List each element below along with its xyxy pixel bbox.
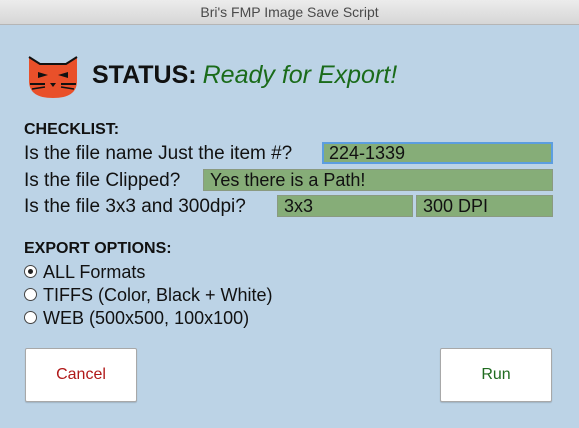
question-file-name: Is the file name Just the item #? <box>24 143 293 164</box>
clipped-field[interactable]: Yes there is a Path! <box>203 169 553 191</box>
status-value: Ready for Export! <box>202 61 398 89</box>
question-clipped: Is the file Clipped? <box>24 170 181 191</box>
radio-web[interactable]: WEB (500x500, 100x100) <box>24 308 249 329</box>
radio-unselected-icon[interactable] <box>24 287 37 301</box>
question-size-dpi: Is the file 3x3 and 300dpi? <box>24 196 246 217</box>
status-line: STATUS: Ready for Export! <box>92 61 397 90</box>
cat-face-logo-icon <box>28 56 78 98</box>
radio-tiffs[interactable]: TIFFS (Color, Black + White) <box>24 285 273 306</box>
radio-label: TIFFS (Color, Black + White) <box>43 285 273 305</box>
dpi-field[interactable]: 300 DPI <box>416 195 553 217</box>
radio-all-formats[interactable]: ALL Formats <box>24 262 145 283</box>
size-field[interactable]: 3x3 <box>277 195 413 217</box>
export-options-title: EXPORT OPTIONS: <box>24 240 172 257</box>
status-label: STATUS: <box>92 61 197 89</box>
dialog-content: STATUS: Ready for Export! CHECKLIST: Is t… <box>0 25 579 428</box>
item-number-field[interactable]: 224-1339 <box>322 142 553 164</box>
run-button[interactable]: Run <box>440 348 552 402</box>
checklist-title: CHECKLIST: <box>24 121 120 138</box>
cancel-button[interactable]: Cancel <box>25 348 137 402</box>
radio-unselected-icon[interactable] <box>24 310 37 324</box>
window-title: Bri's FMP Image Save Script <box>0 0 579 25</box>
radio-label: ALL Formats <box>43 262 146 282</box>
radio-selected-icon[interactable] <box>24 264 37 278</box>
radio-label: WEB (500x500, 100x100) <box>43 308 250 328</box>
